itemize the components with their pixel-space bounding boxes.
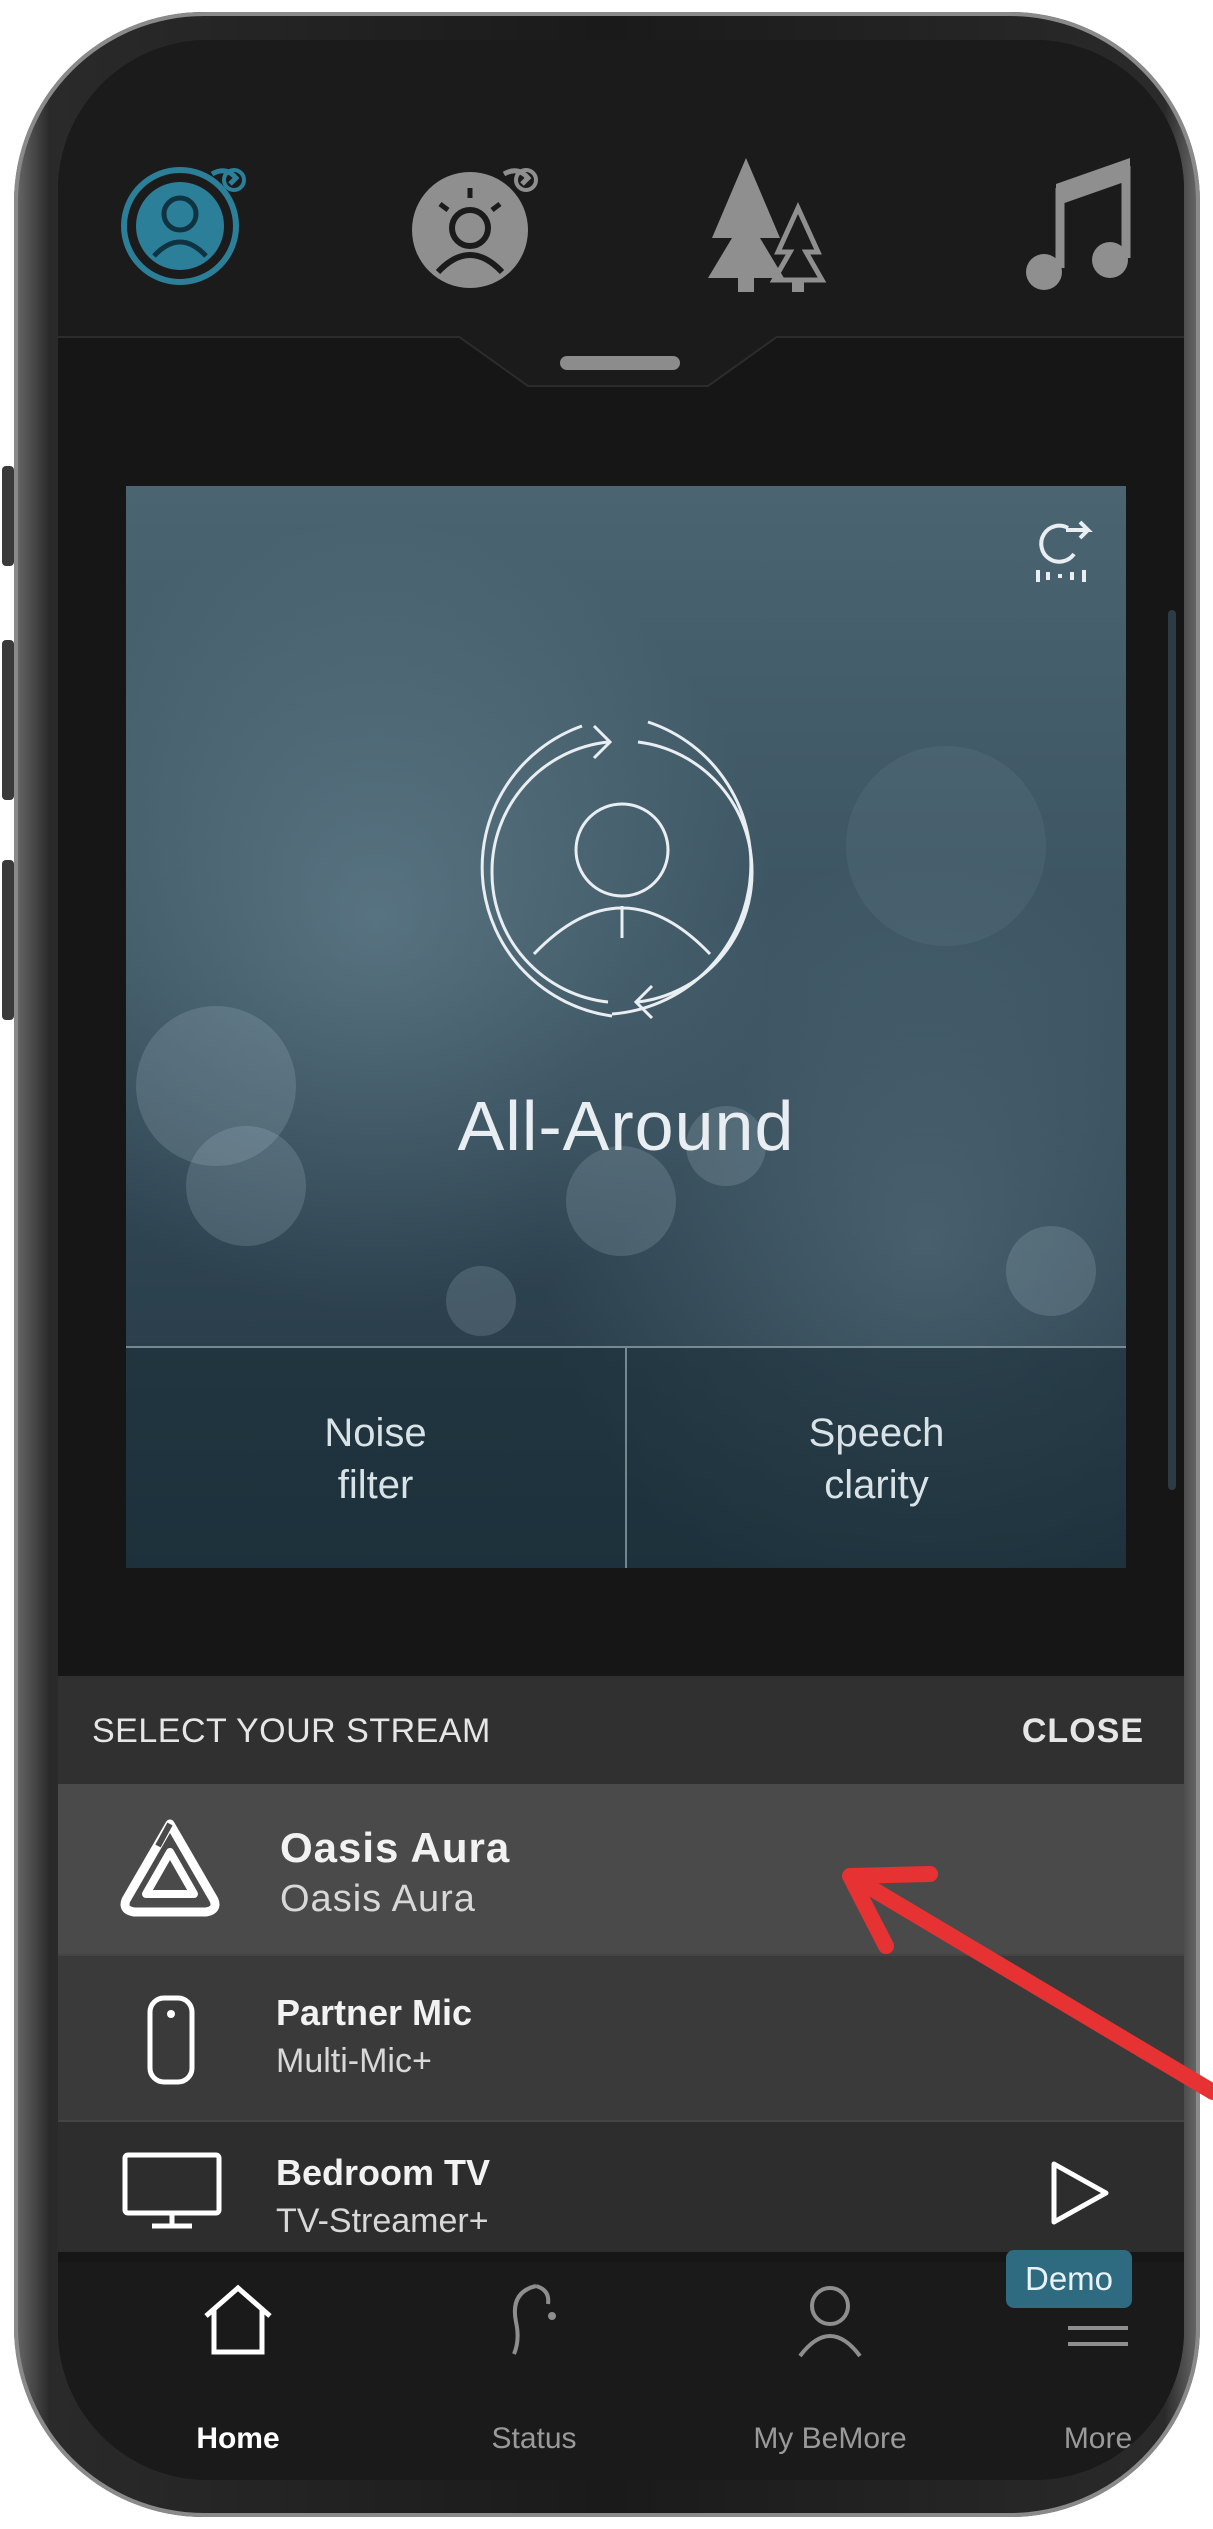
program-name: All-Around	[457, 1087, 795, 1165]
stream-panel-header: SELECT YOUR STREAM CLOSE	[58, 1676, 1184, 1784]
close-button[interactable]: CLOSE	[1022, 1712, 1144, 1751]
program-card[interactable]: All-Around Noise filter Speech clarity	[126, 486, 1126, 1568]
program-scroll-indicator[interactable]	[1168, 610, 1176, 1490]
stream-settings-icon[interactable]	[1026, 514, 1102, 590]
tv-icon	[122, 2152, 222, 2237]
nav-label: Status	[491, 2422, 577, 2455]
stream-panel-title: SELECT YOUR STREAM	[92, 1712, 491, 1750]
background-bokeh	[1006, 1226, 1096, 1316]
mode-bar-pull-handle[interactable]	[458, 336, 778, 396]
stream-item-subtitle: Multi-Mic+	[276, 2042, 432, 2080]
stream-item-name: Bedroom TV	[276, 2152, 491, 2193]
sound-settings-icon[interactable]	[398, 148, 548, 298]
home-icon	[204, 2284, 272, 2355]
phone-volume-down-button	[2, 860, 14, 1020]
nav-label: My BeMore	[753, 2422, 907, 2455]
stream-item-subtitle: Oasis Aura	[280, 1878, 476, 1920]
stream-item-name: Partner Mic	[276, 1992, 473, 2033]
phone-side-button	[2, 466, 14, 566]
nav-label: More	[1063, 2422, 1133, 2455]
background-bokeh	[446, 1266, 516, 1336]
oasis-aura-logo-icon	[118, 1818, 222, 1927]
background-bokeh	[846, 746, 1046, 946]
stream-item-subtitle: TV-Streamer+	[276, 2202, 489, 2240]
person-icon	[798, 2286, 862, 2358]
program-options: Noise filter Speech clarity	[126, 1346, 1126, 1568]
annotation-arrow	[842, 1866, 1213, 2100]
speech-clarity-option[interactable]: Speech clarity	[625, 1348, 1126, 1568]
stream-item-name: Oasis Aura	[280, 1824, 511, 1871]
all-around-active-icon[interactable]	[108, 148, 258, 298]
play-icon[interactable]	[1048, 2160, 1112, 2231]
all-around-program-icon	[462, 702, 782, 1042]
phone-volume-up-button	[2, 640, 14, 800]
partner-mic-icon	[146, 1994, 196, 2091]
pull-handle-bar	[560, 356, 680, 370]
app-screen: All-Around Noise filter Speech clarity S…	[58, 40, 1184, 2480]
outdoor-trees-icon[interactable]	[686, 148, 836, 298]
demo-badge[interactable]: Demo	[1006, 2250, 1132, 2308]
stream-item-bedroom-tv[interactable]: Bedroom TV TV-Streamer+	[58, 2120, 1184, 2252]
hearing-aid-icon	[512, 2284, 556, 2355]
nav-label: Home	[196, 2422, 280, 2455]
music-note-icon[interactable]	[1008, 148, 1158, 298]
program-mode-bar	[58, 40, 1184, 338]
noise-filter-option[interactable]: Noise filter	[126, 1348, 625, 1568]
